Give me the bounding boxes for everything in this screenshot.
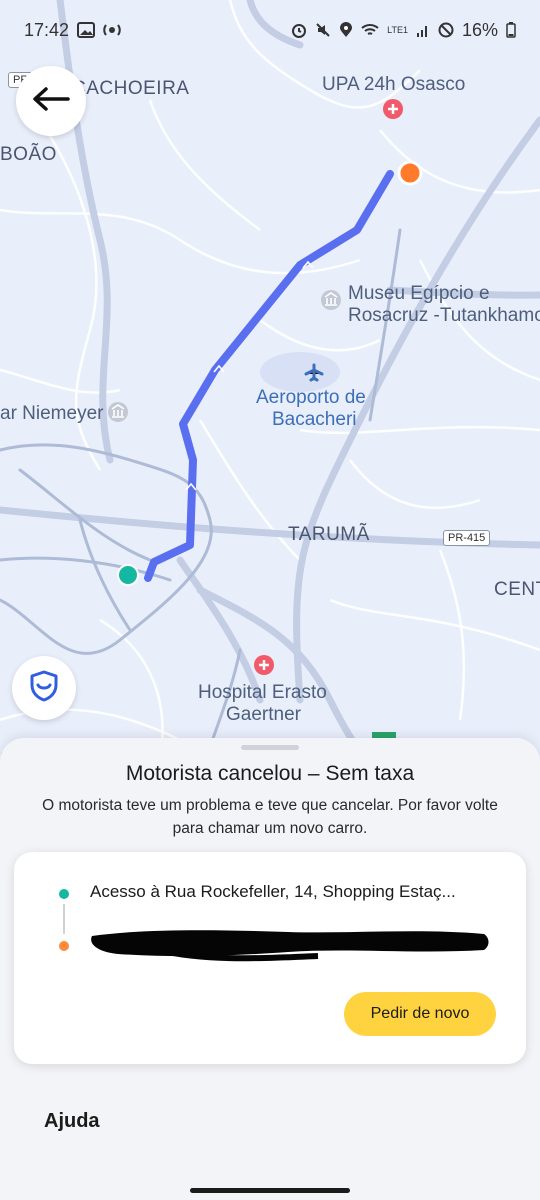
pickup-address: Acesso à Rua Rockefeller, 14, Shopping E… [90,882,456,901]
map-label-niemeyer: ar Niemeyer [0,403,104,424]
map-label-hospital-line1: Hospital Erasto [198,682,327,703]
destination-dot-icon [59,941,69,951]
map-label-centro: CENT [494,579,540,600]
status-bar: 17:42 LTE1 16% [0,0,540,60]
map-label-museu-line2: Rosacruz -Tutankhamo [348,305,540,326]
battery-icon [506,22,516,38]
map-label-aeroporto-line1: Aeroporto de [256,387,366,408]
map-label-upa: UPA 24h Osasco [322,74,466,95]
trip-card: Acesso à Rua Rockefeller, 14, Shopping E… [14,852,526,1064]
image-icon [77,22,96,38]
mute-icon [315,22,331,38]
help-section-title[interactable]: Ajuda [44,1110,100,1133]
cancel-title: Motorista cancelou – Sem taxa [125,762,415,785]
sheet-drag-handle[interactable] [241,745,299,750]
origin-marker [117,564,139,586]
shield-icon [29,670,59,707]
pickup-dot-icon [59,889,69,899]
map-label-museu-line1: Museu Egípcio e [348,283,490,304]
back-button[interactable] [16,66,86,136]
wifi-icon [361,23,379,37]
destination-address-redacted [88,922,494,967]
destination-marker [397,160,423,186]
cast-icon [103,22,121,38]
battery-percent: 16% [461,19,498,40]
map-label-aeroporto-line2: Bacacheri [272,409,357,430]
route-connector [63,904,65,934]
home-indicator[interactable] [190,1188,350,1193]
status-time: 17:42 [24,19,70,40]
map-label-cachoeira: CACHOEIRA [72,78,190,99]
arrow-left-icon [32,86,70,116]
safety-button[interactable] [12,656,76,720]
location-icon [339,22,353,38]
request-again-button[interactable]: Pedir de novo [344,992,496,1036]
signal-icon [416,23,430,37]
map-label-boao: BOÃO [0,144,57,165]
network-type: LTE1 [387,24,408,35]
bottom-sheet[interactable]: Motorista cancelou – Sem taxa O motorist… [0,738,540,1200]
map-label-taruma: TARUMÃ [288,524,370,545]
dnd-icon [438,22,454,38]
alarm-icon [291,22,307,38]
road-shield-pr415: PR-415 [443,530,491,546]
map-label-hospital-line2: Gaertner [226,704,301,725]
cancel-message: O motorista teve um problema e teve que … [42,797,498,837]
